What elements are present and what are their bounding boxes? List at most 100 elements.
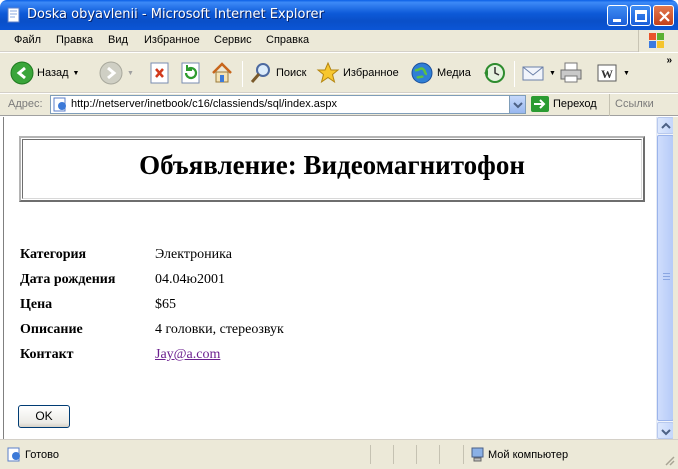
word-icon: W (597, 64, 617, 82)
forward-arrow-icon (99, 61, 123, 85)
windows-flag-icon (649, 33, 664, 48)
toolbar-separator (514, 61, 515, 87)
menu-favorites[interactable]: Избранное (144, 34, 200, 46)
stop-icon (150, 62, 169, 84)
menu-tools[interactable]: Сервис (214, 34, 252, 46)
field-key-price: Цена (20, 297, 53, 312)
menu-bar: Файл Правка Вид Избранное Сервис Справка (0, 30, 678, 52)
vertical-scrollbar[interactable] (656, 117, 674, 439)
menu-edit[interactable]: Правка (56, 34, 93, 46)
status-divider (370, 445, 371, 464)
toolbar-overflow-chevron[interactable]: » (666, 55, 672, 66)
forward-button[interactable]: ▼ (99, 59, 134, 87)
scroll-thumb[interactable] (657, 135, 674, 421)
minimize-button[interactable] (607, 5, 628, 26)
media-button[interactable]: Медиа (410, 59, 471, 87)
search-button[interactable]: Поиск (249, 59, 306, 87)
page-icon (53, 97, 66, 112)
scroll-down-button[interactable] (657, 422, 674, 439)
back-button[interactable]: Назад ▼ (10, 59, 79, 87)
toolbar-separator (242, 61, 243, 87)
resize-grip-icon[interactable] (663, 454, 675, 466)
menu-view[interactable]: Вид (108, 34, 128, 46)
window-frame-edge (673, 117, 678, 439)
scroll-up-button[interactable] (657, 117, 674, 134)
ie-page-icon (7, 7, 20, 23)
home-button[interactable] (210, 59, 234, 87)
links-button[interactable]: Ссылки (609, 94, 678, 116)
thumb-grip (663, 279, 670, 280)
forward-dropdown-icon[interactable]: ▼ (127, 70, 134, 77)
refresh-button[interactable] (179, 59, 203, 87)
favorites-button[interactable]: Избранное (316, 59, 399, 87)
field-value-price: $65 (155, 297, 176, 312)
toolbar: Назад ▼ ▼ Поиск Избранное Медиа ▼ W ▼ » (0, 53, 678, 93)
address-url[interactable]: http://netserver/inetbook/c16/classiends… (71, 98, 337, 110)
security-zone-text: Мой компьютер (488, 449, 569, 461)
search-label: Поиск (276, 67, 307, 79)
field-value-date: 04.04ю2001 (155, 272, 225, 287)
status-divider (416, 445, 417, 464)
field-key-category: Категория (20, 247, 87, 262)
title-bar[interactable]: Doska obyavlenii - Microsoft Internet Ex… (0, 0, 678, 30)
status-text: Готово (25, 449, 59, 461)
field-value-description: 4 головки, стереозвук (155, 322, 284, 337)
go-arrow-icon (531, 96, 549, 112)
home-icon (212, 62, 232, 83)
field-key-date: Дата рождения (20, 272, 116, 287)
windows-logo (638, 30, 678, 52)
address-input[interactable]: http://netserver/inetbook/c16/classiends… (50, 95, 526, 114)
favorites-label: Избранное (343, 67, 399, 79)
ad-headline: Объявление: Видеомагнитофон (139, 150, 525, 180)
status-divider (463, 445, 464, 464)
go-label: Переход (553, 98, 597, 110)
printer-icon (560, 62, 582, 83)
close-icon (659, 11, 670, 22)
back-dropdown-icon[interactable]: ▼ (73, 70, 80, 77)
field-key-description: Описание (20, 322, 83, 337)
edit-dropdown-icon[interactable]: ▼ (623, 70, 630, 77)
maximize-icon (635, 10, 647, 22)
go-button[interactable]: Переход (531, 96, 597, 112)
links-label: Ссылки (615, 98, 654, 110)
window-title: Doska obyavlenii - Microsoft Internet Ex… (27, 7, 324, 22)
minimize-icon (613, 19, 621, 22)
maximize-button[interactable] (630, 5, 651, 26)
refresh-icon (181, 62, 200, 84)
field-value-category: Электроника (155, 247, 232, 262)
address-label: Адрес: (8, 98, 43, 110)
page-viewport: Объявление: Видеомагнитофон Категория Эл… (3, 117, 656, 439)
field-key-contact: Контакт (20, 347, 74, 362)
thumb-grip (663, 276, 670, 277)
computer-icon (471, 447, 484, 462)
media-label: Медиа (437, 67, 471, 79)
status-divider (393, 445, 394, 464)
print-button[interactable] (559, 59, 583, 87)
headline-box-inner: Объявление: Видеомагнитофон (22, 139, 642, 199)
status-divider (439, 445, 440, 464)
history-button[interactable] (482, 59, 506, 87)
stop-button[interactable] (148, 59, 172, 87)
mail-icon (522, 66, 544, 81)
chevron-down-icon (513, 102, 523, 109)
back-label: Назад (37, 67, 69, 79)
mail-button[interactable]: ▼ (521, 59, 556, 87)
mail-dropdown-icon[interactable]: ▼ (549, 70, 556, 77)
thumb-grip (663, 273, 670, 274)
address-dropdown-button[interactable] (509, 96, 525, 113)
address-bar: Адрес: http://netserver/inetbook/c16/cla… (0, 94, 678, 116)
contact-email-link[interactable]: Jay@a.com (155, 347, 220, 363)
close-button[interactable] (653, 5, 674, 26)
star-icon (316, 61, 340, 84)
status-bar: Готово Мой компьютер (0, 439, 678, 469)
page-done-icon (7, 447, 20, 462)
ok-button[interactable]: OK (18, 405, 70, 428)
menu-file[interactable]: Файл (14, 34, 41, 46)
menu-help[interactable]: Справка (266, 34, 309, 46)
svg-text:W: W (601, 67, 613, 81)
back-arrow-icon (10, 61, 34, 85)
headline-box: Объявление: Видеомагнитофон (19, 136, 645, 202)
edit-word-button[interactable]: W ▼ (595, 59, 630, 87)
media-globe-icon (411, 62, 433, 84)
history-clock-icon (484, 63, 505, 83)
